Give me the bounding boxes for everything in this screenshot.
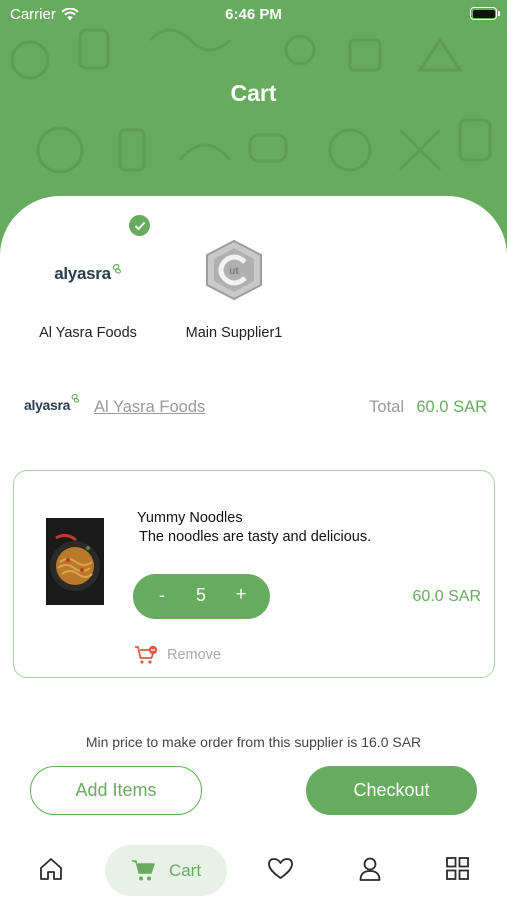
supplier-main-supplier1[interactable]: ut Main Supplier1 bbox=[164, 238, 304, 341]
heart-icon bbox=[268, 858, 293, 879]
supplier-al-yasra[interactable]: alyasra Al Yasra Foods bbox=[18, 248, 158, 341]
page-title: Cart bbox=[230, 80, 277, 106]
cart-remove-icon bbox=[135, 645, 158, 664]
remove-label: Remove bbox=[167, 647, 221, 663]
tab-home[interactable] bbox=[38, 856, 64, 882]
ut-hexagon-logo: ut bbox=[206, 239, 262, 301]
total-label: Total bbox=[369, 398, 404, 416]
store-row: alyasra Al Yasra Foods Total 60.0 SAR bbox=[24, 393, 487, 421]
noodles-image bbox=[46, 518, 104, 605]
supplier-logo-alyasra: alyasra bbox=[18, 248, 158, 300]
add-items-button[interactable]: Add Items bbox=[30, 766, 202, 815]
item-price: 60.0 SAR bbox=[412, 588, 481, 605]
tab-bar: Cart bbox=[0, 838, 507, 900]
status-bar: Carrier 6:46 PM bbox=[0, 0, 507, 28]
status-time: 6:46 PM bbox=[225, 6, 282, 23]
leaf-icon bbox=[71, 393, 80, 403]
quantity-stepper: - 5 + bbox=[133, 574, 270, 619]
total-value: 60.0 SAR bbox=[416, 398, 487, 416]
cart-icon bbox=[131, 859, 155, 880]
grid-icon bbox=[446, 857, 469, 880]
supplier-logo-ut: ut bbox=[164, 238, 304, 302]
battery-icon bbox=[470, 7, 500, 20]
tab-cart[interactable]: Cart bbox=[105, 845, 227, 896]
store-name-link[interactable]: Al Yasra Foods bbox=[94, 398, 205, 417]
tab-favorites[interactable] bbox=[267, 857, 294, 881]
tab-categories[interactable] bbox=[445, 856, 470, 881]
supplier-name: Al Yasra Foods bbox=[39, 325, 137, 341]
tab-profile[interactable] bbox=[358, 856, 382, 882]
remove-button[interactable]: Remove bbox=[134, 644, 221, 666]
svg-text:ut: ut bbox=[229, 266, 239, 277]
quantity-value: 5 bbox=[195, 585, 206, 605]
supplier-name: Main Supplier1 bbox=[185, 325, 283, 341]
item-description: The noodles are tasty and delicious. bbox=[139, 529, 372, 545]
decrease-button[interactable]: - bbox=[155, 585, 169, 606]
tab-cart-label: Cart bbox=[168, 860, 202, 880]
cart-item-card: Yummy Noodles The noodles are tasty and … bbox=[13, 470, 495, 678]
increase-button[interactable]: + bbox=[233, 584, 249, 606]
store-logo-alyasra: alyasra bbox=[24, 393, 80, 413]
checkout-button[interactable]: Checkout bbox=[306, 766, 477, 815]
min-price-note: Min price to make order from this suppli… bbox=[85, 734, 422, 750]
selected-check-icon bbox=[129, 215, 150, 236]
user-icon bbox=[359, 857, 381, 881]
leaf-icon bbox=[112, 263, 121, 274]
home-icon bbox=[40, 858, 62, 880]
item-title: Yummy Noodles bbox=[137, 510, 243, 526]
